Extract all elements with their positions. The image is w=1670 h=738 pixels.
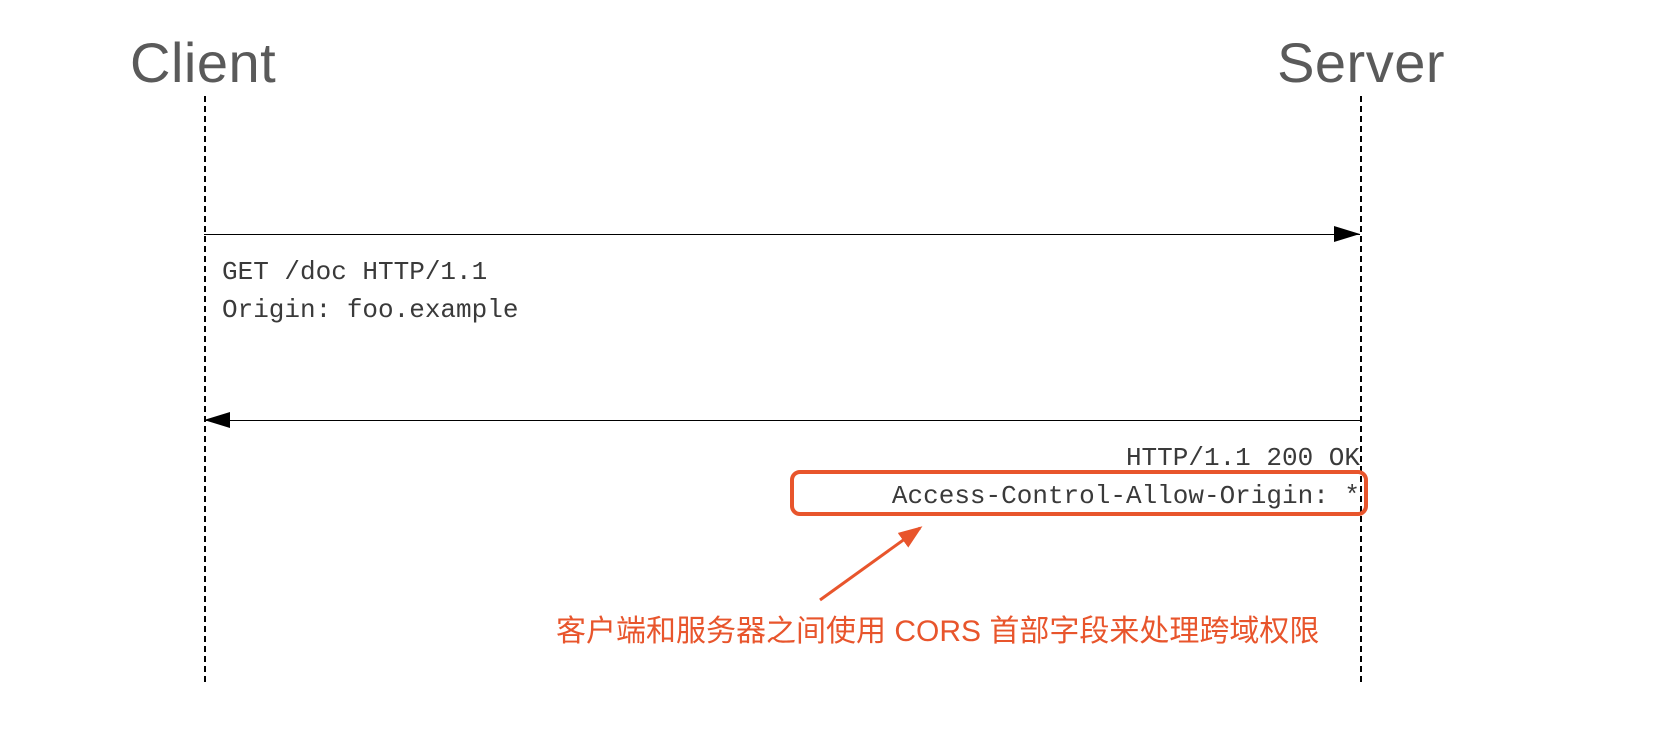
- arrowhead-right-icon: [1334, 226, 1360, 242]
- request-message: GET /doc HTTP/1.1 Origin: foo.example: [222, 254, 518, 329]
- request-arrow: [204, 234, 1360, 235]
- response-arrow: [204, 420, 1360, 421]
- client-lifeline: [204, 96, 206, 682]
- server-label: Server: [1277, 30, 1445, 95]
- request-line-2: Origin: foo.example: [222, 292, 518, 330]
- client-label: Client: [130, 30, 276, 95]
- annotation-arrow-icon: [810, 520, 940, 610]
- request-line-1: GET /doc HTTP/1.1: [222, 254, 518, 292]
- arrowhead-left-icon: [204, 412, 230, 428]
- annotation-text: 客户端和服务器之间使用 CORS 首部字段来处理跨域权限: [556, 606, 1319, 650]
- server-lifeline: [1360, 96, 1362, 682]
- cors-header-highlight: [790, 470, 1368, 516]
